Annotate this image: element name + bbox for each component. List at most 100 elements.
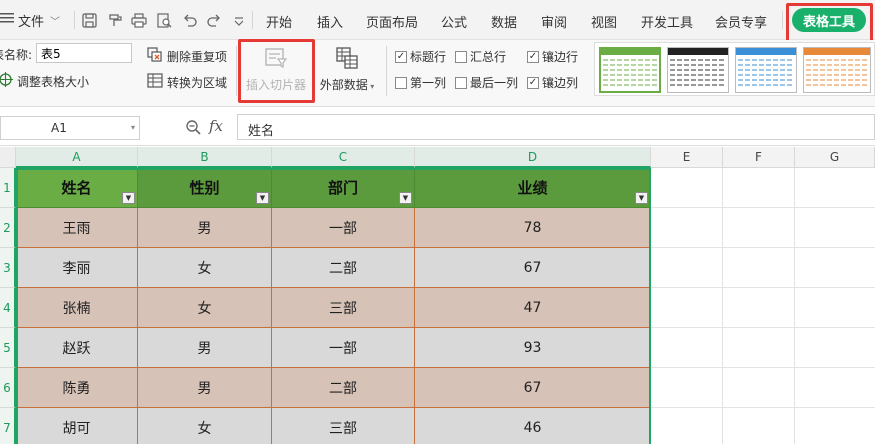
customize-toolbar-icon[interactable]: [230, 10, 248, 30]
save-icon[interactable]: [80, 10, 98, 30]
filter-dropdown-icon[interactable]: ▼: [399, 192, 412, 204]
filter-dropdown-icon[interactable]: ▼: [635, 192, 648, 204]
select-all-corner[interactable]: [0, 147, 16, 168]
table-cell[interactable]: 赵跃: [16, 328, 138, 368]
checkbox-banded-columns[interactable]: ✓ 镶边列: [527, 74, 578, 91]
table-header-cell[interactable]: 性别 ▼: [138, 168, 272, 208]
table-style-orange[interactable]: [803, 47, 871, 93]
table-cell[interactable]: 67: [415, 248, 651, 288]
column-header-b[interactable]: B: [138, 147, 272, 168]
checkbox-banded-rows[interactable]: ✓ 镶边行: [527, 48, 578, 65]
dropdown-arrow-icon: ▾: [130, 123, 135, 132]
table-cell[interactable]: 女: [138, 288, 272, 328]
checkbox-unchecked: [395, 76, 407, 89]
table-cell[interactable]: 二部: [272, 248, 415, 288]
divider: [782, 11, 783, 29]
tab-member[interactable]: 会员专享: [715, 12, 767, 31]
table-cell[interactable]: 47: [415, 288, 651, 328]
column-header-f[interactable]: F: [723, 147, 795, 168]
print-preview-icon[interactable]: [155, 10, 173, 30]
table-header-cell[interactable]: 业绩 ▼: [415, 168, 651, 208]
quick-access-toolbar: [80, 10, 248, 30]
convert-to-range-label: 转换为区域: [167, 75, 228, 90]
table-name-input[interactable]: [36, 43, 132, 63]
row-header[interactable]: 7: [0, 408, 16, 444]
table-cell[interactable]: 一部: [272, 328, 415, 368]
convert-range-icon: [147, 73, 163, 91]
column-header-c[interactable]: C: [272, 147, 415, 168]
tab-home[interactable]: 开始: [266, 12, 292, 31]
tab-developer[interactable]: 开发工具: [641, 12, 693, 31]
table-header-cell[interactable]: 姓名 ▼: [16, 168, 138, 208]
table-cell[interactable]: 李丽: [16, 248, 138, 288]
row-header[interactable]: 5: [0, 328, 16, 368]
gridline: [651, 207, 875, 208]
table-cell[interactable]: 张楠: [16, 288, 138, 328]
table-cell[interactable]: 男: [138, 328, 272, 368]
format-painter-icon[interactable]: [105, 10, 123, 30]
checkbox-label: 镶边行: [542, 50, 579, 64]
checkbox-last-column[interactable]: 最后一列: [455, 74, 518, 91]
header-text: 业绩: [517, 179, 548, 197]
table-style-blue[interactable]: [735, 47, 797, 93]
tab-review[interactable]: 审阅: [541, 12, 567, 31]
tab-page-layout[interactable]: 页面布局: [366, 12, 418, 31]
table-cell[interactable]: 男: [138, 368, 272, 408]
checkbox-total-row[interactable]: 汇总行: [455, 48, 506, 65]
insert-slicer-button[interactable]: 插入切片器: [243, 47, 309, 93]
file-menu[interactable]: 文件 ﹀: [0, 8, 60, 32]
tab-formulas[interactable]: 公式: [441, 12, 467, 31]
redo-icon[interactable]: [205, 10, 223, 30]
external-data-button[interactable]: 外部数据 ▾: [318, 47, 376, 93]
table-cell[interactable]: 三部: [272, 408, 415, 444]
table-cell[interactable]: 王雨: [16, 208, 138, 248]
zoom-icon[interactable]: [185, 119, 201, 138]
resize-table-label: 调整表格大小: [17, 74, 90, 89]
filter-dropdown-icon[interactable]: ▼: [122, 192, 135, 204]
convert-to-range-button[interactable]: 转换为区域: [147, 73, 227, 91]
column-header-g[interactable]: G: [795, 147, 875, 168]
table-cell[interactable]: 一部: [272, 208, 415, 248]
print-icon[interactable]: [130, 10, 148, 30]
tab-view[interactable]: 视图: [591, 12, 617, 31]
undo-icon[interactable]: [180, 10, 198, 30]
table-cell[interactable]: 女: [138, 408, 272, 444]
table-styles-gallery: [594, 42, 875, 96]
table-cell[interactable]: 93: [415, 328, 651, 368]
table-cell[interactable]: 78: [415, 208, 651, 248]
column-header-d[interactable]: D: [415, 147, 651, 168]
resize-table-button[interactable]: 调整表格大小: [0, 72, 89, 90]
tab-table-tools[interactable]: 表格工具: [792, 8, 866, 32]
table-style-green[interactable]: [599, 47, 661, 93]
insert-slicer-label: 插入切片器: [245, 78, 306, 92]
table-cell[interactable]: 二部: [272, 368, 415, 408]
table-cell[interactable]: 67: [415, 368, 651, 408]
formula-input[interactable]: 姓名: [237, 114, 875, 140]
table-header-cell[interactable]: 部门 ▼: [272, 168, 415, 208]
checkbox-first-column[interactable]: 第一列: [395, 74, 446, 91]
table-cell[interactable]: 46: [415, 408, 651, 444]
tab-data[interactable]: 数据: [491, 12, 517, 31]
checkbox-label: 标题行: [410, 50, 447, 64]
row-header[interactable]: 2: [0, 208, 16, 248]
tab-insert[interactable]: 插入: [317, 12, 343, 31]
table-cell[interactable]: 胡可: [16, 408, 138, 444]
table-cell[interactable]: 三部: [272, 288, 415, 328]
name-box[interactable]: A1 ▾: [0, 116, 140, 140]
table-cell[interactable]: 女: [138, 248, 272, 288]
row-header[interactable]: 1: [0, 168, 16, 208]
table-cell[interactable]: 陈勇: [16, 368, 138, 408]
checkbox-checked: ✓: [527, 76, 539, 89]
row-header[interactable]: 6: [0, 368, 16, 408]
checkbox-header-row[interactable]: ✓ 标题行: [395, 48, 446, 65]
table-cell[interactable]: 男: [138, 208, 272, 248]
column-header-e[interactable]: E: [651, 147, 723, 168]
row-header[interactable]: 3: [0, 248, 16, 288]
header-text: 部门: [327, 179, 358, 197]
column-header-a[interactable]: A: [16, 147, 138, 168]
filter-dropdown-icon[interactable]: ▼: [256, 192, 269, 204]
row-header[interactable]: 4: [0, 288, 16, 328]
remove-duplicates-button[interactable]: 删除重复项: [147, 47, 227, 65]
fx-icon[interactable]: fx: [209, 117, 223, 135]
table-style-dark[interactable]: [667, 47, 729, 93]
